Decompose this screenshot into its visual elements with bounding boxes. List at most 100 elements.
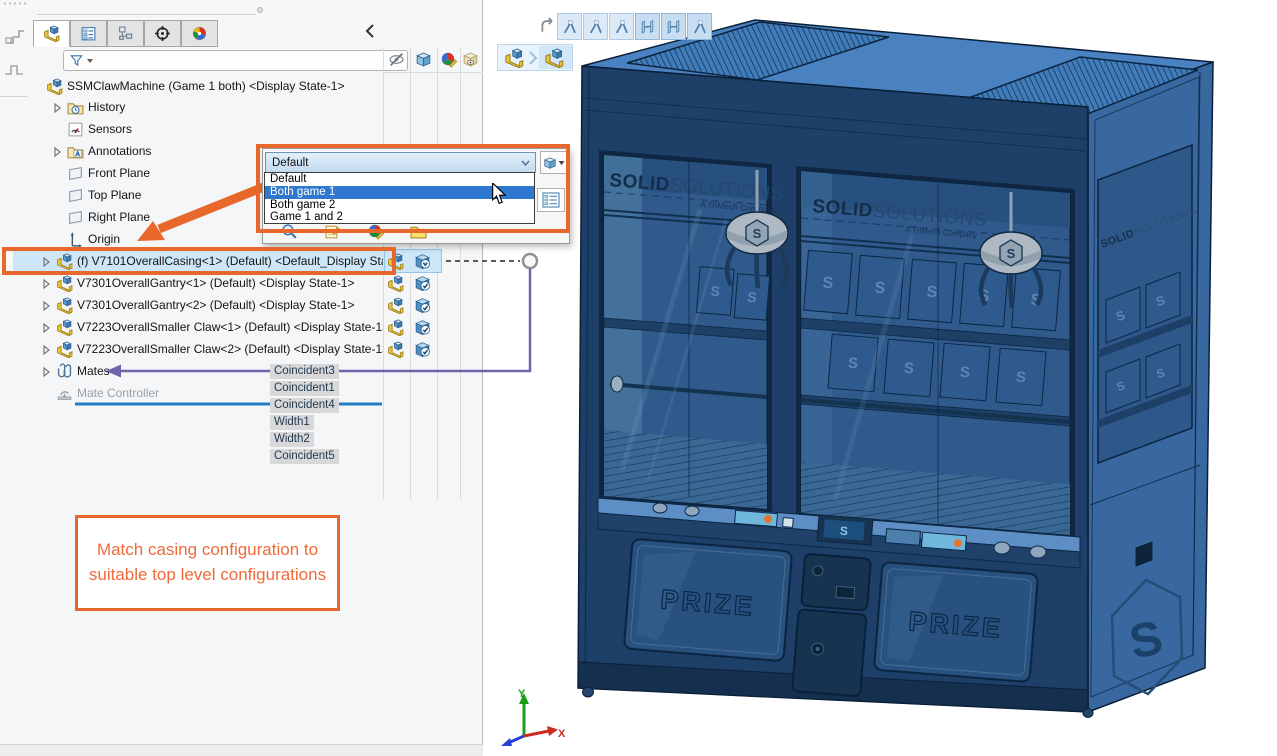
- resolved-cube-icon: [414, 319, 431, 336]
- mates-paperclip-icon: [56, 363, 73, 380]
- hide-show-column-icon[interactable]: [388, 51, 405, 68]
- svg-text:S: S: [747, 289, 758, 306]
- tree-item-history[interactable]: History: [67, 96, 407, 118]
- svg-text:S: S: [959, 364, 970, 382]
- gantry2-row-icons[interactable]: [387, 297, 431, 314]
- expand-arrow[interactable]: [43, 367, 50, 377]
- svg-text:S: S: [847, 355, 858, 373]
- assembly-icon: [43, 25, 60, 42]
- tab-configurationmanager[interactable]: [107, 20, 144, 47]
- collapse-panel-icon[interactable]: [364, 23, 378, 39]
- plane-icon: [67, 165, 84, 182]
- assembly-icon: [46, 78, 63, 95]
- claw2-row-icons[interactable]: [387, 341, 431, 358]
- assembly-icon: [387, 297, 404, 314]
- claw1-row-icons[interactable]: [387, 319, 431, 336]
- mouse-cursor: [489, 183, 509, 205]
- history-folder-icon: [67, 99, 84, 116]
- mate-label: Coincident4: [270, 398, 339, 413]
- tree-root-label: SSMClawMachine (Game 1 both) <Display St…: [67, 79, 344, 93]
- assembly-icon: [387, 341, 404, 358]
- mate-width-button-2[interactable]: [661, 13, 686, 40]
- assembly-icon: [56, 319, 73, 336]
- assembly-icon[interactable]: [504, 48, 524, 68]
- mate-label: Coincident5: [270, 449, 339, 464]
- assembly-icon: [56, 297, 73, 314]
- resolved-cube-icon: [414, 275, 431, 292]
- mate-label: Coincident1: [270, 381, 339, 396]
- filter-icon: [69, 53, 84, 68]
- tree-item-sensors[interactable]: Sensors: [67, 118, 407, 140]
- center-screen: S: [817, 515, 873, 545]
- display-mode-column-icon[interactable]: [415, 51, 432, 68]
- assembly-icon: [387, 319, 404, 336]
- left-edge-strip: [0, 0, 30, 756]
- sensors-icon: [67, 121, 84, 138]
- mate-angle-button-2[interactable]: [583, 13, 608, 40]
- display-state-cube-icon: [414, 253, 431, 270]
- tree-item-mates[interactable]: Mates: [56, 360, 256, 382]
- mate-angle-button-4[interactable]: [687, 13, 712, 40]
- tab-featuremanager[interactable]: [33, 20, 70, 47]
- assembly-icon: [56, 341, 73, 358]
- selection-breadcrumb[interactable]: [497, 44, 573, 71]
- resolved-cube-icon: [414, 297, 431, 314]
- svg-text:S: S: [874, 280, 886, 298]
- machine-side-panel: SOLIDSOLUTIONS S S S S S: [1088, 62, 1213, 712]
- casing-row-highlight-rectangle: [2, 247, 396, 275]
- gantry1-row-icons[interactable]: [387, 275, 431, 292]
- tab-displaymanager[interactable]: [181, 20, 218, 47]
- branch-arrow-icon[interactable]: [539, 16, 557, 34]
- tree-root[interactable]: SSMClawMachine (Game 1 both) <Display St…: [46, 75, 476, 97]
- featuremanager-panel: SSMClawMachine (Game 1 both) <Display St…: [30, 0, 483, 756]
- mate-width-button-1[interactable]: [635, 13, 660, 40]
- svg-text:S: S: [1015, 369, 1026, 387]
- tree-item-gantry1[interactable]: V7301OverallGantry<1> (Default) <Display…: [56, 272, 383, 294]
- chevron-right-icon: [528, 50, 538, 66]
- prize-door-right: PRIZE: [874, 562, 1038, 682]
- resolved-cube-icon: [414, 341, 431, 358]
- coin-door: [792, 553, 871, 696]
- appearance-column-icon[interactable]: [440, 51, 457, 68]
- svg-text:S: S: [926, 284, 938, 302]
- transparency-column-icon[interactable]: [462, 51, 479, 68]
- displaymanager-icon: [191, 25, 208, 42]
- expand-arrow[interactable]: [43, 301, 50, 311]
- tab-dimxpert[interactable]: [144, 20, 181, 47]
- plane-icon: [67, 209, 84, 226]
- mate-angle-button-3[interactable]: [609, 13, 634, 40]
- expand-arrow[interactable]: [43, 279, 50, 289]
- svg-text:S: S: [903, 360, 914, 378]
- annotations-folder-icon: [67, 143, 84, 160]
- tree-item-gantry2[interactable]: V7301OverallGantry<2> (Default) <Display…: [56, 294, 383, 316]
- expand-arrow[interactable]: [54, 103, 61, 113]
- configurationmanager-icon: [117, 25, 134, 42]
- dimxpert-icon: [154, 25, 171, 42]
- assembly-icon[interactable]: [544, 48, 564, 68]
- popup-highlight-rectangle: [256, 144, 570, 233]
- step-icon[interactable]: [3, 58, 25, 80]
- annotation-note: Match casing configuration to suitable t…: [75, 515, 340, 611]
- tree-item-claw2[interactable]: V7223OverallSmaller Claw<2> (Default) <D…: [56, 338, 383, 360]
- propertymanager-icon: [80, 25, 97, 42]
- splitter-dot-icon[interactable]: [256, 6, 264, 14]
- structure-icon[interactable]: [4, 24, 26, 46]
- origin-icon: [67, 231, 84, 248]
- mate-angle-button-1[interactable]: [557, 13, 582, 40]
- tree-item-mate-controller[interactable]: Mate Controller: [56, 382, 256, 404]
- prize-door-left: PRIZE: [624, 539, 792, 661]
- expand-arrow[interactable]: [43, 323, 50, 333]
- svg-text:S: S: [710, 283, 721, 300]
- expand-arrow[interactable]: [54, 147, 61, 157]
- tab-propertymanager[interactable]: [70, 20, 107, 47]
- filter-input[interactable]: [63, 50, 408, 71]
- assembly-icon: [387, 275, 404, 292]
- panel-bottom-strip: [0, 744, 483, 756]
- machine-front: SOLIDSOLUTIONS A TriMech Company SOLIDSO…: [578, 66, 1093, 718]
- mate-label: Width1: [270, 415, 314, 430]
- expand-arrow[interactable]: [43, 345, 50, 355]
- mate-label: Width2: [270, 432, 314, 447]
- plane-icon: [67, 187, 84, 204]
- tree-item-claw1[interactable]: V7223OverallSmaller Claw<1> (Default) <D…: [56, 316, 383, 338]
- mate-controller-icon: [56, 385, 73, 402]
